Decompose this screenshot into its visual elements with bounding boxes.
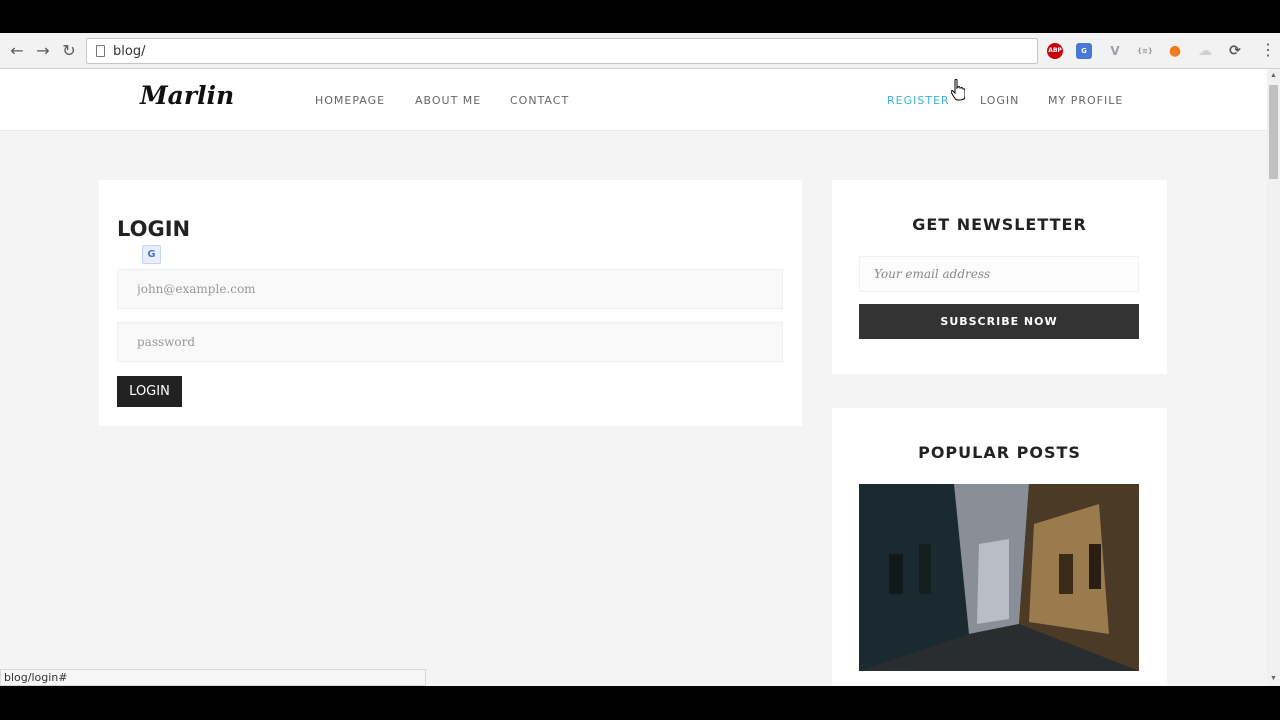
popular-post-image[interactable] [859,484,1139,671]
scroll-down-icon[interactable]: ▼ [1267,672,1280,686]
nav-login[interactable]: LOGIN [980,94,1019,107]
sync-extension-icon[interactable]: ⟳ [1227,43,1243,59]
status-bar-url: blog/login# [0,669,426,686]
translate-icon[interactable]: G [142,245,161,264]
newsletter-title: GET NEWSLETTER [912,215,1087,234]
street-photo-graphic [859,484,1139,671]
site-logo[interactable]: Marlin [140,81,234,110]
hand-cursor-icon [951,79,965,101]
nav-homepage[interactable]: HOMEPAGE [315,94,385,107]
login-title: LOGIN [117,217,191,241]
browser-toolbar: ← → ↻ blog/ ABP G V {≡} ● ☁ ⟳ ⋮ [0,33,1280,69]
cloud-extension-icon[interactable]: ☁ [1197,43,1213,59]
reload-icon[interactable]: ↻ [59,41,79,61]
page-icon [96,45,105,57]
login-button[interactable]: LOGIN [117,376,182,407]
newsletter-card: GET NEWSLETTER SUBSCRIBE NOW [832,180,1167,374]
browser-menu-icon[interactable]: ⋮ [1260,41,1276,61]
password-input[interactable] [117,322,783,362]
address-bar-url: blog/ [113,44,146,59]
nav-register[interactable]: REGISTER [887,94,950,107]
address-bar[interactable]: blog/ [86,38,1038,64]
screen: ← → ↻ blog/ ABP G V {≡} ● ☁ ⟳ ⋮ Marlin H… [0,0,1280,720]
nav-my-profile[interactable]: MY PROFILE [1048,94,1123,107]
newsletter-email-input[interactable] [859,256,1139,292]
back-arrow-icon[interactable]: ← [7,41,27,61]
orange-extension-icon[interactable]: ● [1167,43,1183,59]
google-translate-icon[interactable]: G [1076,43,1092,59]
page-scrollbar[interactable]: ▲ ▼ [1267,69,1280,686]
email-input[interactable] [117,269,783,309]
forward-arrow-icon[interactable]: → [33,41,53,61]
json-viewer-icon[interactable]: {≡} [1137,43,1153,59]
scroll-up-icon[interactable]: ▲ [1267,69,1280,83]
page-viewport: Marlin HOMEPAGE ABOUT ME CONTACT REGISTE… [0,69,1267,686]
site-header: Marlin HOMEPAGE ABOUT ME CONTACT REGISTE… [0,69,1267,131]
nav-contact[interactable]: CONTACT [510,94,569,107]
nav-about-me[interactable]: ABOUT ME [415,94,481,107]
adblock-plus-icon[interactable]: ABP [1047,43,1063,59]
popular-posts-card: POPULAR POSTS [832,408,1167,686]
scrollbar-thumb[interactable] [1269,85,1278,179]
login-card: LOGIN G LOGIN [99,180,802,426]
subscribe-button[interactable]: SUBSCRIBE NOW [859,304,1139,339]
vue-devtools-icon[interactable]: V [1107,43,1123,59]
popular-posts-title: POPULAR POSTS [918,443,1081,462]
bottom-letterbox [0,686,1280,720]
